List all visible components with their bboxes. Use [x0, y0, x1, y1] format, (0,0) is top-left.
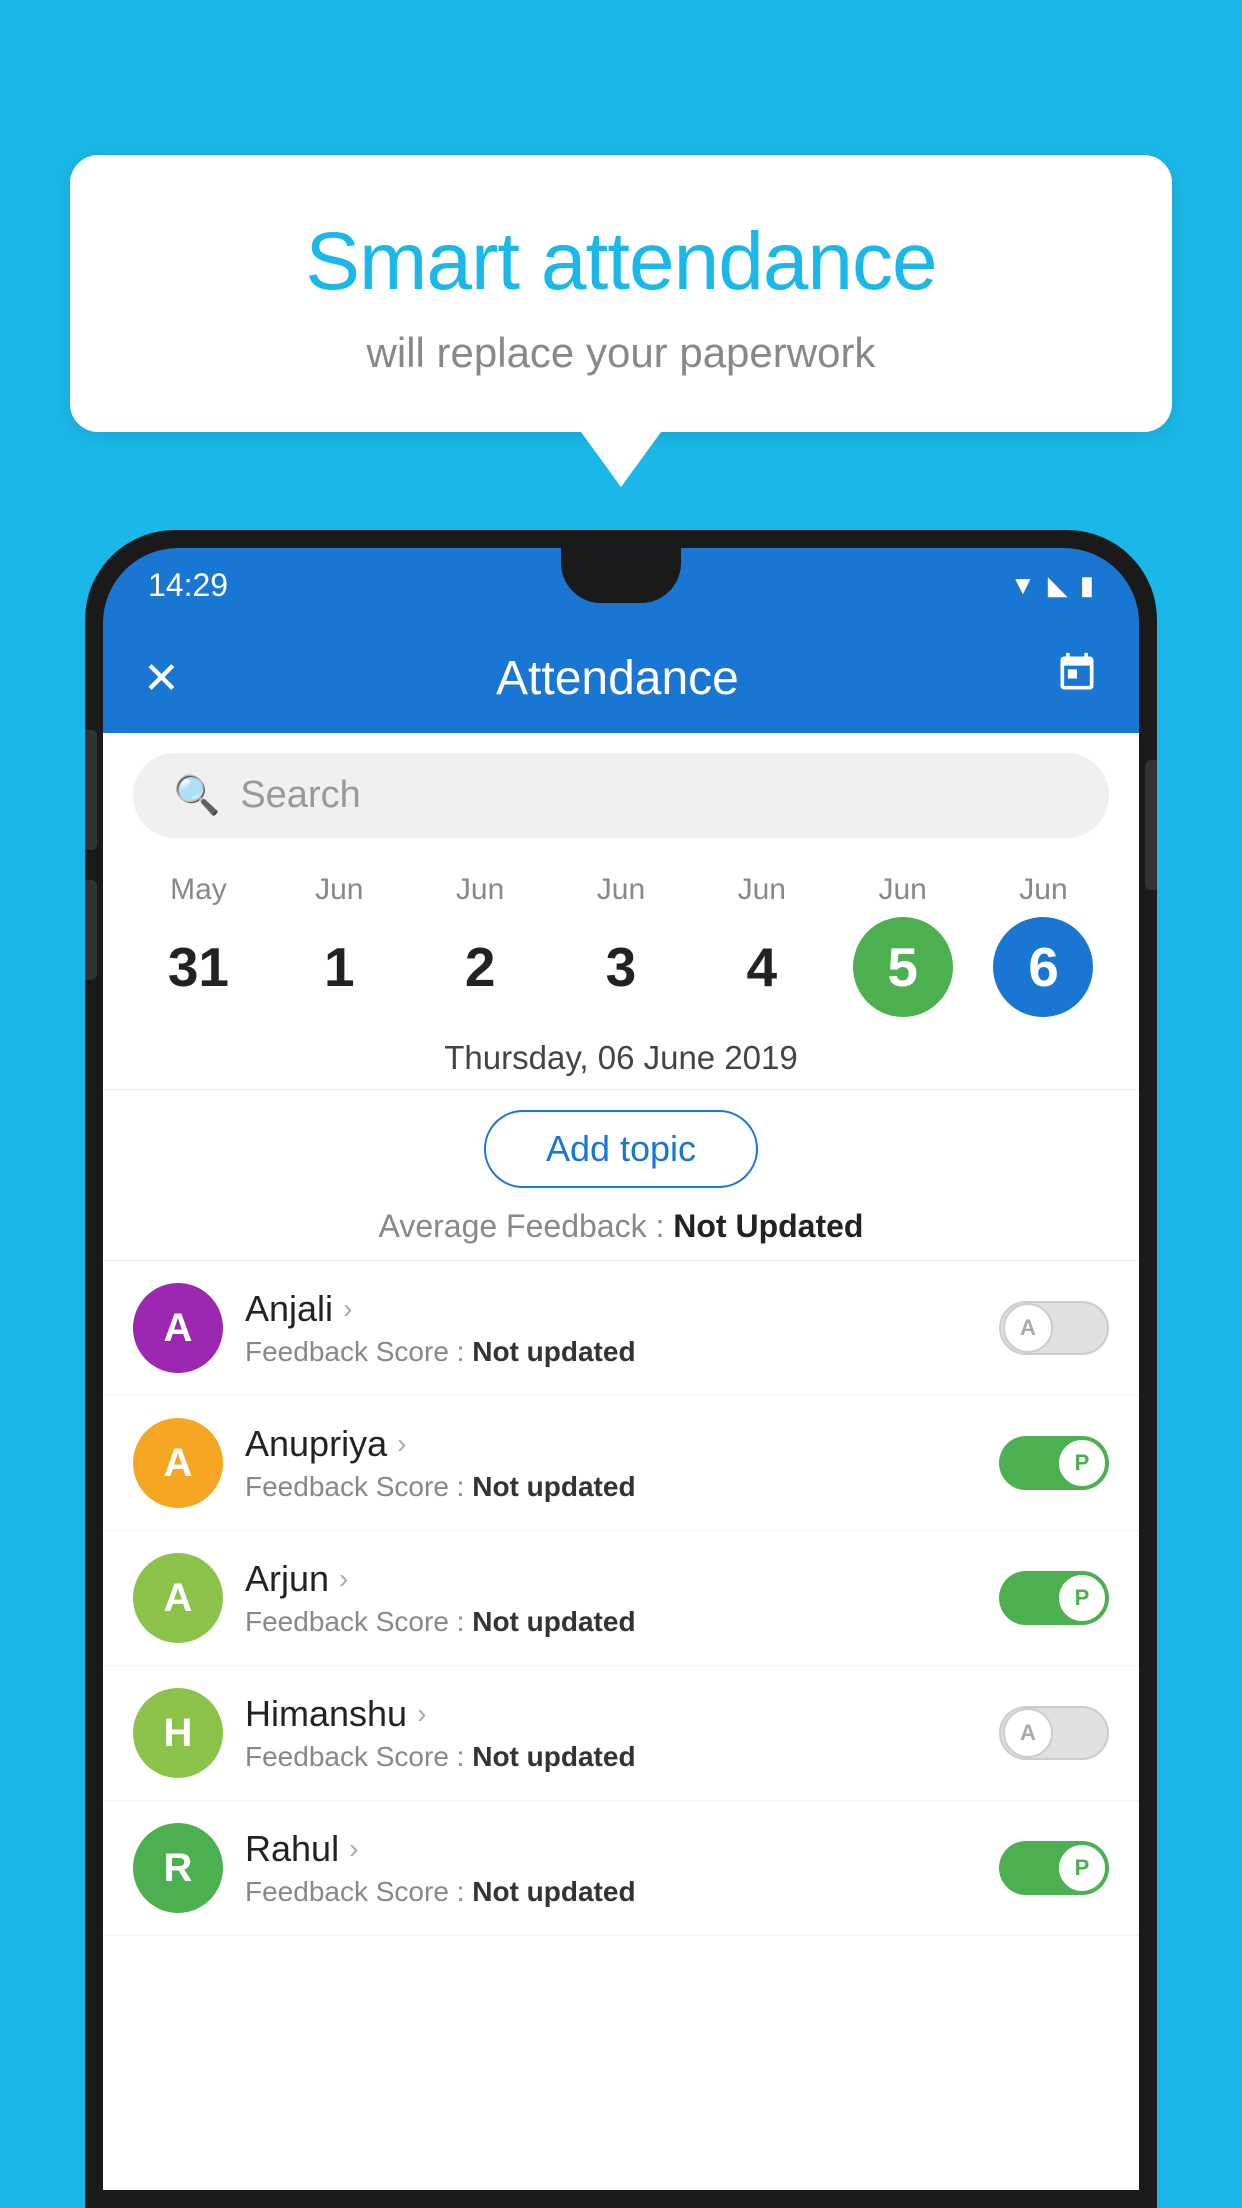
student-item[interactable]: A Anupriya › Feedback Score : Not updated P	[103, 1396, 1139, 1531]
student-item[interactable]: H Himanshu › Feedback Score : Not updated A	[103, 1666, 1139, 1801]
cal-month: Jun	[1019, 873, 1067, 907]
avg-feedback: Average Feedback : Not Updated	[103, 1208, 1139, 1260]
power-button	[1145, 760, 1157, 890]
avg-feedback-label: Average Feedback :	[379, 1208, 674, 1244]
speech-bubble: Smart attendance will replace your paper…	[70, 155, 1172, 432]
search-placeholder: Search	[240, 774, 360, 817]
calendar-strip: May 31 Jun 1 Jun 2 Jun 3 Jun 4 Jun 5 Jun 6	[103, 858, 1139, 1017]
signal-icon: ◣	[1048, 570, 1068, 601]
calendar-day-1[interactable]: Jun 1	[279, 873, 399, 1017]
student-info: Anupriya › Feedback Score : Not updated	[245, 1423, 977, 1503]
avatar: R	[133, 1823, 223, 1913]
cal-month: Jun	[315, 873, 363, 907]
student-name: Rahul ›	[245, 1828, 977, 1870]
student-name: Anupriya ›	[245, 1423, 977, 1465]
feedback-score: Feedback Score : Not updated	[245, 1606, 977, 1638]
hero-title: Smart attendance	[150, 215, 1092, 309]
student-name: Himanshu ›	[245, 1693, 977, 1735]
chevron-icon: ›	[349, 1833, 358, 1865]
status-bar: 14:29 ▼ ◣ ▮	[103, 548, 1139, 623]
cal-date: 2	[430, 917, 530, 1017]
toggle-knob: P	[1057, 1573, 1107, 1623]
student-info: Rahul › Feedback Score : Not updated	[245, 1828, 977, 1908]
cal-month: Jun	[738, 873, 786, 907]
add-topic-section: Add topic	[103, 1090, 1139, 1208]
app-bar: ✕ Attendance	[103, 623, 1139, 733]
student-name: Arjun ›	[245, 1558, 977, 1600]
toggle-knob: A	[1003, 1708, 1053, 1758]
close-button[interactable]: ✕	[143, 653, 180, 704]
avatar: A	[133, 1283, 223, 1373]
cal-month: May	[170, 873, 227, 907]
calendar-day-4[interactable]: Jun 4	[702, 873, 822, 1017]
calendar-day-5[interactable]: Jun 5	[843, 873, 963, 1017]
hero-subtitle: will replace your paperwork	[150, 329, 1092, 377]
add-topic-button[interactable]: Add topic	[484, 1110, 758, 1188]
cal-date: 1	[289, 917, 389, 1017]
toggle-knob: P	[1057, 1438, 1107, 1488]
cal-month: Jun	[597, 873, 645, 907]
calendar-day-3[interactable]: Jun 3	[561, 873, 681, 1017]
app-content: 🔍 Search May 31 Jun 1 Jun 2 Jun 3 Jun 4 Jun 5 Jun 6 T…	[103, 733, 1139, 2190]
chevron-icon: ›	[397, 1428, 406, 1460]
avg-feedback-value: Not Updated	[673, 1208, 863, 1244]
attendance-toggle[interactable]: P	[999, 1841, 1109, 1895]
app-bar-title: Attendance	[496, 651, 739, 706]
speech-bubble-tail	[581, 432, 661, 487]
attendance-toggle[interactable]: A	[999, 1301, 1109, 1355]
selected-date-label: Thursday, 06 June 2019	[103, 1017, 1139, 1090]
phone-screen: 14:29 ▼ ◣ ▮ ✕ Attendance 🔍 Sea	[103, 548, 1139, 2190]
student-item[interactable]: A Anjali › Feedback Score : Not updated A	[103, 1261, 1139, 1396]
cal-month: Jun	[456, 873, 504, 907]
toggle-knob: A	[1003, 1303, 1053, 1353]
chevron-icon: ›	[343, 1293, 352, 1325]
chevron-icon: ›	[339, 1563, 348, 1595]
wifi-icon: ▼	[1010, 570, 1036, 601]
volume-up-button	[85, 730, 97, 850]
avatar: H	[133, 1688, 223, 1778]
feedback-score: Feedback Score : Not updated	[245, 1876, 977, 1908]
cal-month: Jun	[878, 873, 926, 907]
cal-date: 4	[712, 917, 812, 1017]
search-bar: 🔍 Search	[103, 733, 1139, 858]
student-list: AAnjali ›Feedback Score : Not updatedAAA…	[103, 1260, 1139, 1936]
calendar-icon[interactable]	[1055, 651, 1099, 706]
search-icon: 🔍	[173, 774, 220, 818]
attendance-toggle[interactable]: P	[999, 1436, 1109, 1490]
volume-down-button	[85, 880, 97, 980]
calendar-day-6[interactable]: Jun 6	[983, 873, 1103, 1017]
chevron-icon: ›	[417, 1698, 426, 1730]
feedback-score: Feedback Score : Not updated	[245, 1741, 977, 1773]
feedback-score: Feedback Score : Not updated	[245, 1471, 977, 1503]
attendance-toggle[interactable]: P	[999, 1571, 1109, 1625]
toggle-knob: P	[1057, 1843, 1107, 1893]
phone-frame: 14:29 ▼ ◣ ▮ ✕ Attendance 🔍 Sea	[85, 530, 1157, 2208]
student-info: Arjun › Feedback Score : Not updated	[245, 1558, 977, 1638]
cal-date: 6	[993, 917, 1093, 1017]
avatar: A	[133, 1553, 223, 1643]
attendance-toggle[interactable]: A	[999, 1706, 1109, 1760]
student-info: Himanshu › Feedback Score : Not updated	[245, 1693, 977, 1773]
battery-icon: ▮	[1080, 570, 1094, 601]
notch	[561, 548, 681, 603]
cal-date: 5	[853, 917, 953, 1017]
search-input[interactable]: 🔍 Search	[133, 753, 1109, 838]
hero-section: Smart attendance will replace your paper…	[70, 155, 1172, 487]
student-item[interactable]: R Rahul › Feedback Score : Not updated P	[103, 1801, 1139, 1936]
calendar-day-31[interactable]: May 31	[138, 873, 258, 1017]
cal-date: 3	[571, 917, 671, 1017]
status-time: 14:29	[148, 567, 228, 604]
cal-date: 31	[148, 917, 248, 1017]
student-info: Anjali › Feedback Score : Not updated	[245, 1288, 977, 1368]
student-item[interactable]: A Arjun › Feedback Score : Not updated P	[103, 1531, 1139, 1666]
student-name: Anjali ›	[245, 1288, 977, 1330]
status-icons: ▼ ◣ ▮	[1010, 570, 1094, 601]
avatar: A	[133, 1418, 223, 1508]
calendar-day-2[interactable]: Jun 2	[420, 873, 540, 1017]
feedback-score: Feedback Score : Not updated	[245, 1336, 977, 1368]
